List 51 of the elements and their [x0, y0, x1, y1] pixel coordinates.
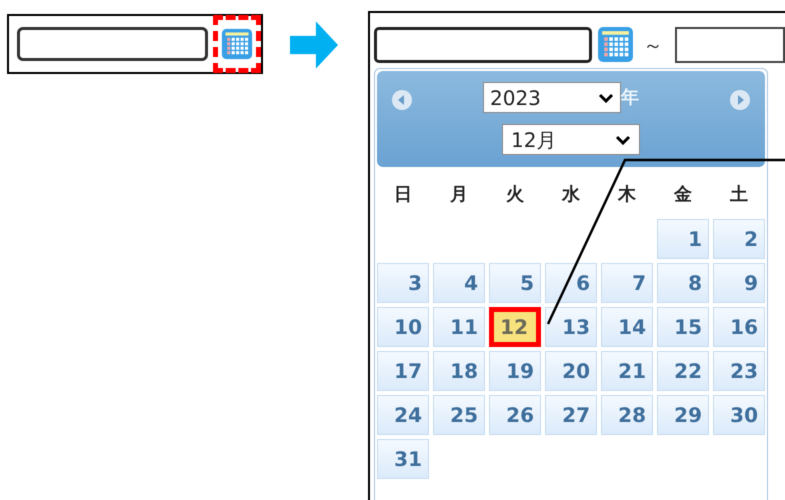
date-field[interactable]: [17, 27, 208, 61]
day-cell[interactable]: 2: [713, 219, 765, 259]
day-cell[interactable]: 7: [601, 263, 653, 303]
weekday-label: 火: [505, 183, 525, 207]
day-cell[interactable]: 16: [713, 307, 765, 347]
weekday-label: 金: [672, 183, 693, 207]
day-cell[interactable]: 13: [545, 307, 597, 347]
day-cell[interactable]: 30: [713, 395, 765, 435]
day-cell[interactable]: 28: [601, 395, 653, 435]
day-cell[interactable]: 6: [545, 263, 597, 303]
day-cell[interactable]: 9: [713, 263, 765, 303]
day-cell[interactable]: 5: [489, 263, 541, 303]
weekday-label: 月: [449, 183, 469, 207]
day-cell[interactable]: 27: [545, 395, 597, 435]
chevron-down-icon: [615, 134, 631, 146]
day-cell[interactable]: 31: [377, 439, 429, 479]
day-cell[interactable]: 21: [601, 351, 653, 391]
day-cell[interactable]: 4: [433, 263, 485, 303]
year-select[interactable]: 2023: [483, 82, 621, 113]
day-cell[interactable]: 26: [489, 395, 541, 435]
day-cell[interactable]: 20: [545, 351, 597, 391]
day-cell[interactable]: 23: [713, 351, 765, 391]
day-cell[interactable]: 25: [433, 395, 485, 435]
day-cell[interactable]: 24: [377, 395, 429, 435]
calendar-icon[interactable]: [220, 28, 253, 60]
day-cell[interactable]: 15: [657, 307, 709, 347]
weekday-label: 水: [560, 183, 581, 207]
day-cell[interactable]: 14: [601, 307, 653, 347]
calendar-icon[interactable]: [597, 26, 634, 63]
day-cell[interactable]: 22: [657, 351, 709, 391]
day-cell[interactable]: 1: [657, 219, 709, 259]
year-label: 年: [621, 86, 639, 110]
end-date-field[interactable]: [675, 26, 785, 62]
weekday-label: 日: [393, 183, 413, 207]
weekday-label: 木: [616, 183, 637, 207]
day-cell[interactable]: 10: [377, 307, 429, 347]
month-select[interactable]: 12月: [502, 124, 640, 155]
day-cell[interactable]: 18: [433, 351, 485, 391]
next-icon[interactable]: [729, 89, 751, 111]
previous-icon[interactable]: [391, 89, 413, 111]
weekday-label: 土: [729, 183, 749, 207]
chevron-down-icon: [598, 92, 614, 104]
start-date-field[interactable]: [374, 26, 592, 62]
day-cell[interactable]: 8: [657, 263, 709, 303]
day-cell[interactable]: 12: [489, 307, 541, 347]
day-cell[interactable]: 19: [489, 351, 541, 391]
day-cell[interactable]: 29: [657, 395, 709, 435]
day-cell[interactable]: 17: [377, 351, 429, 391]
day-cell[interactable]: 11: [433, 307, 485, 347]
day-cell[interactable]: 3: [377, 263, 429, 303]
range-separator: ～: [643, 32, 663, 58]
